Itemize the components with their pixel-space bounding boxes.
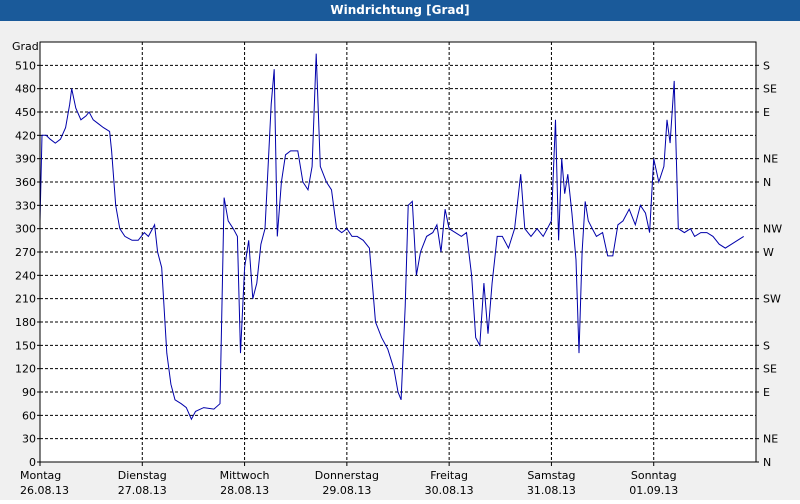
left-tick-label: 180: [15, 316, 36, 329]
left-axis-ticks: 0 30 60 90 120 150 180 210 240 270 300 330 360 390 420…: [15, 59, 40, 469]
left-tick-label: 0: [29, 456, 36, 469]
right-tick-label: W: [763, 246, 774, 259]
left-tick-label: 210: [15, 293, 36, 306]
x-tick-date-label: 27.08.13: [118, 484, 167, 497]
left-tick-label: 120: [15, 363, 36, 376]
right-tick-label: E: [763, 106, 770, 119]
x-tick-day-label: Sonntag: [631, 469, 677, 482]
left-tick-label: 150: [15, 339, 36, 352]
x-tick-day-label: Samstag: [527, 469, 575, 482]
x-axis-ticks: Montag 26.08.13 Dienstag 27.08.13 Mittwoch 28…: [20, 462, 678, 497]
left-tick-label: 270: [15, 246, 36, 259]
right-tick-label: N: [763, 176, 771, 189]
y-axis-title: Grad: [12, 40, 39, 53]
left-tick-label: 450: [15, 106, 36, 119]
chart-area: Grad 0 30 60 90 120 150 180 210 240 270 300 330 360 3…: [0, 21, 800, 500]
right-tick-label: S: [763, 59, 770, 72]
right-tick-label: NW: [763, 223, 782, 236]
x-tick-date-label: 26.08.13: [20, 484, 69, 497]
left-tick-label: 90: [22, 386, 36, 399]
left-tick-label: 240: [15, 269, 36, 282]
x-tick-day-label: Montag: [20, 469, 61, 482]
right-tick-label: SE: [763, 83, 777, 96]
right-tick-label: NE: [763, 153, 778, 166]
left-tick-label: 360: [15, 176, 36, 189]
right-tick-label: SW: [763, 293, 781, 306]
x-tick-date-label: 30.08.13: [425, 484, 474, 497]
right-axis-ticks: N NE E SE S SW W NW N NE E SE S: [756, 59, 782, 469]
right-tick-label: SE: [763, 363, 777, 376]
left-tick-label: 60: [22, 409, 36, 422]
left-tick-label: 390: [15, 153, 36, 166]
left-tick-label: 510: [15, 59, 36, 72]
left-tick-label: 420: [15, 129, 36, 142]
x-tick-day-label: Dienstag: [118, 469, 167, 482]
x-tick-day-label: Donnerstag: [315, 469, 379, 482]
right-tick-label: N: [763, 456, 771, 469]
x-tick-day-label: Freitag: [430, 469, 468, 482]
left-tick-label: 330: [15, 199, 36, 212]
window-title: Windrichtung [Grad]: [0, 0, 800, 21]
right-tick-label: E: [763, 386, 770, 399]
right-tick-label: NE: [763, 433, 778, 446]
x-tick-date-label: 29.08.13: [322, 484, 371, 497]
x-tick-date-label: 28.08.13: [220, 484, 269, 497]
left-tick-label: 30: [22, 433, 36, 446]
x-tick-date-label: 31.08.13: [527, 484, 576, 497]
x-tick-date-label: 01.09.13: [629, 484, 678, 497]
right-tick-label: S: [763, 339, 770, 352]
wind-direction-chart: Grad 0 30 60 90 120 150 180 210 240 270 300 330 360 3…: [12, 40, 782, 497]
left-tick-label: 480: [15, 83, 36, 96]
x-tick-day-label: Mittwoch: [220, 469, 270, 482]
left-tick-label: 300: [15, 223, 36, 236]
